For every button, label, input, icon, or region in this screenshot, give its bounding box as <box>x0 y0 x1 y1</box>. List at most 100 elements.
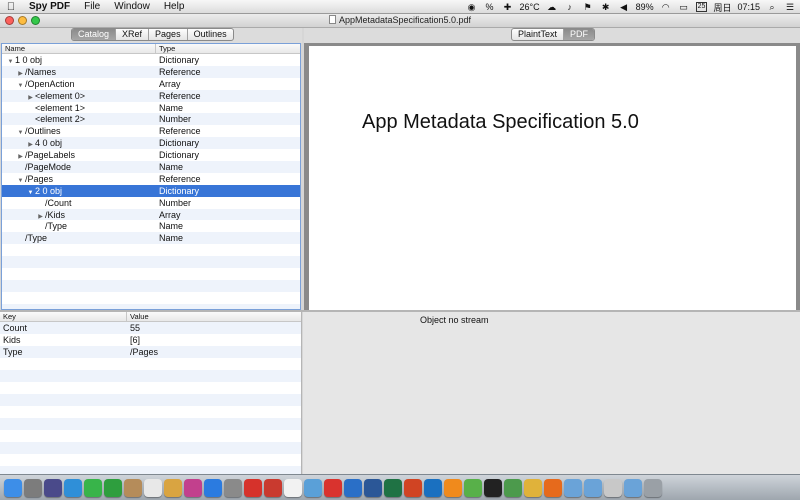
volume-icon[interactable]: ◀ <box>618 2 630 12</box>
evernote-icon[interactable] <box>464 478 482 497</box>
trash-icon[interactable] <box>644 478 662 497</box>
notification-center-icon[interactable]: ☰ <box>784 2 796 12</box>
facetime-icon[interactable] <box>104 478 122 497</box>
itunes-icon[interactable] <box>184 478 202 497</box>
xcode-icon[interactable] <box>344 478 362 497</box>
column-header-key[interactable]: Key <box>0 312 127 321</box>
kv-row[interactable]: Type/Pages <box>0 346 301 358</box>
acrobat-icon[interactable] <box>244 478 262 497</box>
outline-row[interactable]: ▼ 1 0 obj Dictionary <box>2 54 300 66</box>
app-store-icon[interactable] <box>204 478 222 497</box>
outline-row[interactable]: ▶ <element 0> Reference <box>2 89 300 102</box>
outline-row[interactable]: ▶ 4 0 obj Dictionary <box>2 137 300 150</box>
menu-window[interactable]: Window <box>107 1 157 12</box>
finder-icon[interactable] <box>4 478 22 497</box>
sync-icon[interactable]: ◉ <box>466 2 478 12</box>
outline-row[interactable]: ▶/PageLabels Dictionary <box>2 149 300 161</box>
downloads-icon[interactable] <box>584 478 602 497</box>
tab-outlines[interactable]: Outlines <box>188 29 233 40</box>
bluetooth-icon[interactable]: ✱ <box>600 2 612 12</box>
row-name: /Type <box>45 221 68 232</box>
outline-row[interactable]: /Count Number <box>2 197 300 209</box>
battery-percent[interactable]: 89% <box>636 2 654 12</box>
kv-row[interactable]: Count 55 <box>0 322 301 334</box>
outline-row[interactable]: ▼/Outlines Reference <box>2 125 300 137</box>
pdf-page[interactable]: App Metadata Specification 5.0 <box>309 46 796 310</box>
disclosure-triangle-icon[interactable]: ▼ <box>16 175 25 185</box>
battery-icon[interactable]: ▭ <box>678 2 690 12</box>
column-header-type[interactable]: Type <box>156 44 175 53</box>
tab-plaintext[interactable]: PlaintText <box>512 29 565 40</box>
menu-app[interactable]: Spy PDF <box>22 1 77 12</box>
disclosure-triangle-icon[interactable]: ▼ <box>6 56 15 66</box>
tab-pdf[interactable]: PDF <box>564 29 595 40</box>
vlc-icon[interactable] <box>444 478 462 497</box>
weather-temperature[interactable]: 26°C <box>520 2 540 12</box>
disclosure-triangle-icon[interactable]: ▼ <box>16 127 25 137</box>
date-badge[interactable]: 25 <box>695 2 708 12</box>
terminal-icon[interactable] <box>484 478 502 497</box>
outline-row[interactable]: <element 2> Number <box>2 113 300 126</box>
tab-xref[interactable]: XRef <box>116 29 150 40</box>
outline-row[interactable]: <element 1> Name <box>2 102 300 114</box>
disclosure-triangle-icon[interactable]: ▶ <box>16 151 25 161</box>
column-header-name[interactable]: Name <box>2 44 156 53</box>
outlook-icon[interactable] <box>424 478 442 497</box>
weekday[interactable]: 周日 <box>713 1 731 14</box>
calendar-icon[interactable] <box>144 478 162 497</box>
column-header-value[interactable]: Value <box>127 312 149 321</box>
stream-panel[interactable]: Object no stream <box>303 312 800 474</box>
spotlight-icon[interactable]: ⌕ <box>766 2 778 12</box>
music-icon[interactable]: ♪ <box>564 2 576 12</box>
outline-row[interactable]: ▼/Pages Reference <box>2 173 300 185</box>
object-outline[interactable]: Name Type ▼ 1 0 obj Dictionary ▶/Names Refe… <box>1 43 301 310</box>
photos-icon[interactable] <box>164 478 182 497</box>
apple-menu-icon[interactable]:  <box>0 1 22 13</box>
percent-icon[interactable]: % <box>484 2 496 12</box>
firefox-icon[interactable] <box>544 478 562 497</box>
pdf-icon[interactable] <box>264 478 282 497</box>
powerpoint-icon[interactable] <box>404 478 422 497</box>
launchpad-icon[interactable] <box>24 478 42 497</box>
outline-row[interactable]: ▶/Kids Array <box>2 208 300 221</box>
word-icon[interactable] <box>364 478 382 497</box>
kv-row[interactable]: Kids [6] <box>0 334 301 346</box>
outline-row[interactable]: /PageMode Name <box>2 161 300 173</box>
tab-pages[interactable]: Pages <box>149 29 188 40</box>
menu-help[interactable]: Help <box>157 1 192 12</box>
music-folder-icon[interactable] <box>624 478 642 497</box>
disclosure-triangle-icon[interactable]: ▼ <box>16 80 25 90</box>
clock[interactable]: 07:15 <box>737 2 760 12</box>
cloud-icon[interactable]: ☁ <box>546 2 558 12</box>
outline-row[interactable]: /Type Name <box>2 232 300 245</box>
wps-icon[interactable] <box>324 478 342 497</box>
menu-file[interactable]: File <box>77 1 107 12</box>
contacts-icon[interactable] <box>124 478 142 497</box>
mission-control-icon[interactable] <box>44 478 62 497</box>
flag-icon[interactable]: ⚑ <box>582 2 594 12</box>
tool-icon[interactable]: ✚ <box>502 2 514 12</box>
excel-icon[interactable] <box>384 478 402 497</box>
safari-icon[interactable] <box>64 478 82 497</box>
pdf-preview[interactable]: App Metadata Specification 5.0 <box>304 43 800 310</box>
disclosure-triangle-icon[interactable]: ▶ <box>36 211 45 221</box>
tab-catalog[interactable]: Catalog <box>72 29 117 40</box>
chrome-icon[interactable] <box>524 478 542 497</box>
folder-icon[interactable] <box>564 478 582 497</box>
messages-icon[interactable] <box>84 478 102 497</box>
wifi-icon[interactable]: ◠ <box>660 2 672 12</box>
disclosure-triangle-icon[interactable]: ▶ <box>16 68 25 78</box>
outline-row-selected[interactable]: ▼ 2 0 obj Dictionary <box>2 184 300 197</box>
outline-row[interactable]: /Type Name <box>2 220 300 232</box>
activity-icon[interactable] <box>504 478 522 497</box>
textedit-icon[interactable] <box>284 478 302 497</box>
outline-row[interactable]: ▼/OpenAction Array <box>2 78 300 90</box>
preview-icon[interactable] <box>304 478 322 497</box>
disclosure-triangle-icon[interactable]: ▶ <box>26 92 35 102</box>
disclosure-triangle-icon[interactable]: ▶ <box>26 139 35 149</box>
disclosure-triangle-icon[interactable]: ▼ <box>26 187 35 197</box>
outline-row[interactable]: ▶/Names Reference <box>2 65 300 78</box>
key-value-table[interactable]: Key Value Count 55 Kids [6] Type/Pages <box>0 312 302 474</box>
preferences-icon[interactable] <box>224 478 242 497</box>
docs-icon[interactable] <box>604 478 622 497</box>
